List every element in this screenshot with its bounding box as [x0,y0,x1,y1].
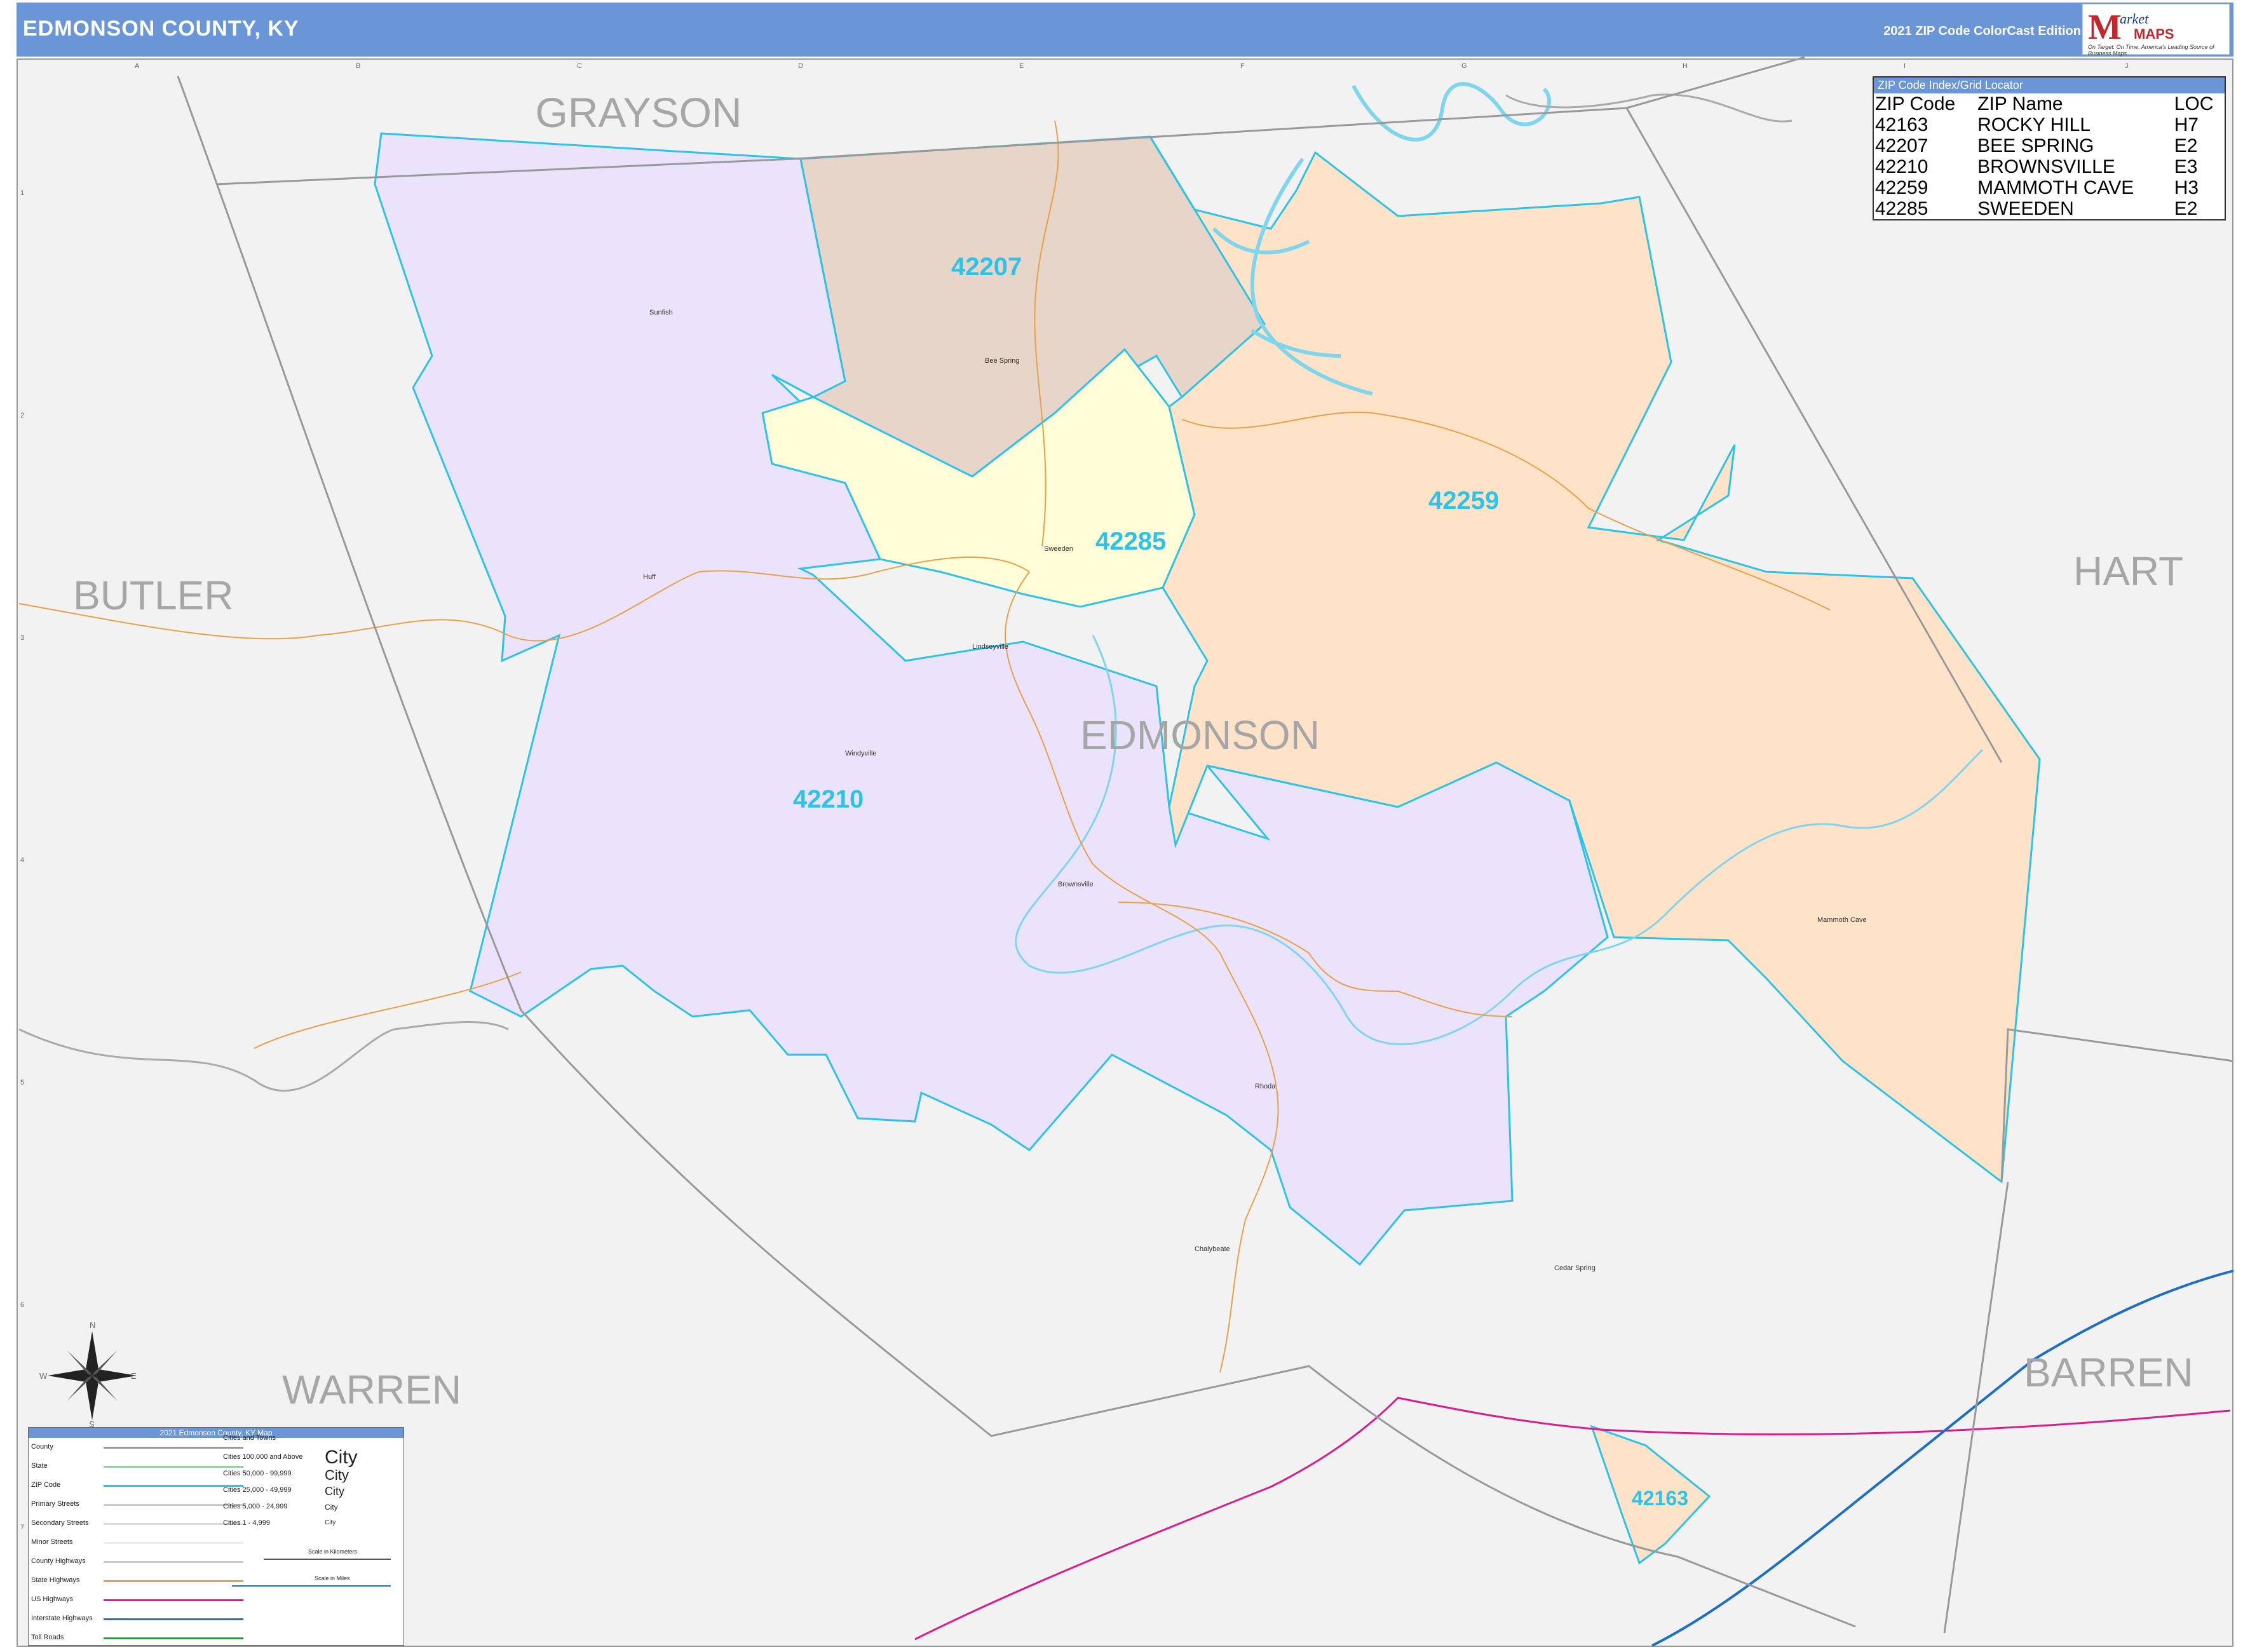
legend-city-sample-5: City [325,1519,336,1526]
grid-col-a: A [135,62,140,70]
town-lindseyville: Lindseyville [972,643,1008,651]
interstate-highway [1651,1269,2234,1647]
county-label-warren: WARREN [282,1367,462,1412]
legend-secondary-streets: Secondary Streets [31,1519,89,1527]
legend-zip-code: ZIP Code [31,1481,61,1489]
legend-state: State [31,1462,48,1470]
town-bee-spring: Bee Spring [985,357,1020,365]
county-label-butler: BUTLER [73,572,234,618]
zip-label-42207: 42207 [951,253,1022,281]
header-loc: LOC [2174,93,2214,114]
legend-cities-100000: Cities 100,000 and Above [223,1453,303,1461]
zip-cell: 42259 [1875,177,1928,198]
county-label-hart: HART [2073,548,2184,594]
legend-cities-1: Cities 1 - 4,999 [223,1519,270,1527]
grid-col-g: G [1461,62,1467,70]
name-cell: BROWNSVILLE [1977,156,2115,177]
county-label-barren: BARREN [2024,1350,2193,1395]
legend-toll-roads: Toll Roads [31,1634,64,1641]
legend-county-highways: County Highways [31,1557,86,1565]
town-rhoda: Rhoda [1255,1083,1276,1090]
legend-city-sample-3: City [325,1485,344,1498]
zip-cell: 42207 [1875,135,1928,156]
legend-city-sample-2: City [325,1467,349,1483]
compass-n: N [90,1320,96,1330]
compass-rose-icon [48,1331,137,1420]
loc-cell: E2 [2174,198,2198,219]
grid-col-e: E [1019,62,1024,70]
zip-cell: 42163 [1875,114,1928,135]
town-cedar-spring: Cedar Spring [1554,1264,1596,1272]
town-mammoth-cave: Mammoth Cave [1817,916,1867,924]
legend-scale-km: Scale in Kilometers [308,1548,358,1555]
grid-row-2: 2 [20,412,25,419]
header-zip-name: ZIP Name [1977,93,2063,114]
loc-cell: H7 [2174,114,2199,135]
zip-label-42163: 42163 [1632,1487,1688,1510]
grid-row-6: 6 [20,1301,25,1309]
legend-primary-streets: Primary Streets [31,1500,79,1508]
legend-interstate-highways: Interstate Highways [31,1615,93,1622]
name-cell: MAMMOTH CAVE [1977,177,2134,198]
grid-col-c: C [577,62,582,70]
county-label-edmonson: EDMONSON [1080,712,1320,758]
zip-cell: 42210 [1875,156,1928,177]
table-row: 42163 ROCKY HILL H7 [1874,114,2225,135]
grid-row-1: 1 [20,189,25,197]
town-sweeden: Sweeden [1044,545,1073,553]
legend-scale-mi: Scale in Miles [315,1575,350,1581]
grid-row-4: 4 [20,856,25,864]
name-cell: SWEEDEN [1977,198,2074,219]
legend-title: 2021 Edmonson County, KY Map [29,1428,403,1438]
zip-index-grid: ZIP Code ZIP Name LOC 42163 ROCKY HILL H… [1874,93,2225,219]
grid-col-i: I [1904,62,1906,70]
compass-w: W [39,1371,48,1381]
legend-cities-50000: Cities 50,000 - 99,999 [223,1470,292,1477]
name-cell: BEE SPRING [1977,135,2094,156]
zip-label-42285: 42285 [1095,527,1167,555]
table-row: 42285 SWEEDEN E2 [1874,198,2225,219]
town-huff: Huff [643,573,656,581]
grid-col-b: B [356,62,361,70]
legend-city-sample-1: City [325,1447,358,1468]
zip-index-table: ZIP Code Index/Grid Locator ZIP Code ZIP… [1873,76,2226,220]
zip-label-42259: 42259 [1428,487,1500,515]
map-legend: 2021 Edmonson County, KY Map County Stat… [28,1427,404,1646]
legend-us-highways: US Highways [31,1595,74,1603]
compass-e: E [131,1371,137,1381]
table-row: 42210 BROWNSVILLE E3 [1874,156,2225,177]
town-brownsville: Brownsville [1058,881,1094,888]
table-row: 42259 MAMMOTH CAVE H3 [1874,177,2225,198]
zip-index-title: ZIP Code Index/Grid Locator [1874,78,2225,93]
grid-col-h: H [1683,62,1688,70]
legend-cities-5000: Cities 5,000 - 24,999 [223,1503,288,1510]
legend-county: County [31,1443,53,1451]
legend-cities-title: Cities and Towns [223,1434,276,1442]
zip-cell: 42285 [1875,198,1928,219]
grid-row-7: 7 [20,1524,25,1531]
us-highway [914,1397,2231,1641]
legend-minor-streets: Minor Streets [31,1538,73,1546]
table-row: 42207 BEE SPRING E2 [1874,135,2225,156]
header-zip-code: ZIP Code [1875,93,1956,114]
loc-cell: E3 [2174,156,2198,177]
legend-city-sample-4: City [325,1503,338,1512]
town-windyville: Windyville [845,750,877,757]
town-chalybeate: Chalybeate [1195,1245,1230,1253]
grid-row-3: 3 [20,634,25,642]
loc-cell: E2 [2174,135,2198,156]
legend-state-highways: State Highways [31,1576,80,1584]
county-label-grayson: GRAYSON [535,89,742,136]
zip-label-42210: 42210 [793,785,864,813]
legend-cities-25000: Cities 25,000 - 49,999 [223,1486,292,1494]
loc-cell: H3 [2174,177,2199,198]
grid-col-j: J [2125,62,2129,70]
grid-col-d: D [798,62,803,70]
town-sunfish: Sunfish [649,309,673,316]
table-header-row: ZIP Code ZIP Name LOC [1874,93,2225,114]
grid-col-f: F [1240,62,1245,70]
name-cell: ROCKY HILL [1977,114,2091,135]
grid-row-5: 5 [20,1079,25,1087]
